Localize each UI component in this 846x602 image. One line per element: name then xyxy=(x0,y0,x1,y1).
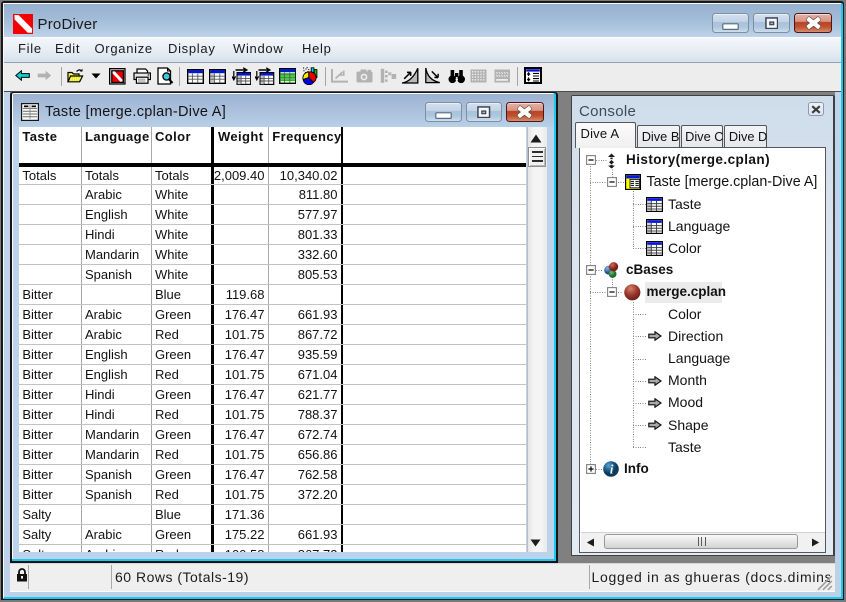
svg-text:i: i xyxy=(609,462,613,476)
